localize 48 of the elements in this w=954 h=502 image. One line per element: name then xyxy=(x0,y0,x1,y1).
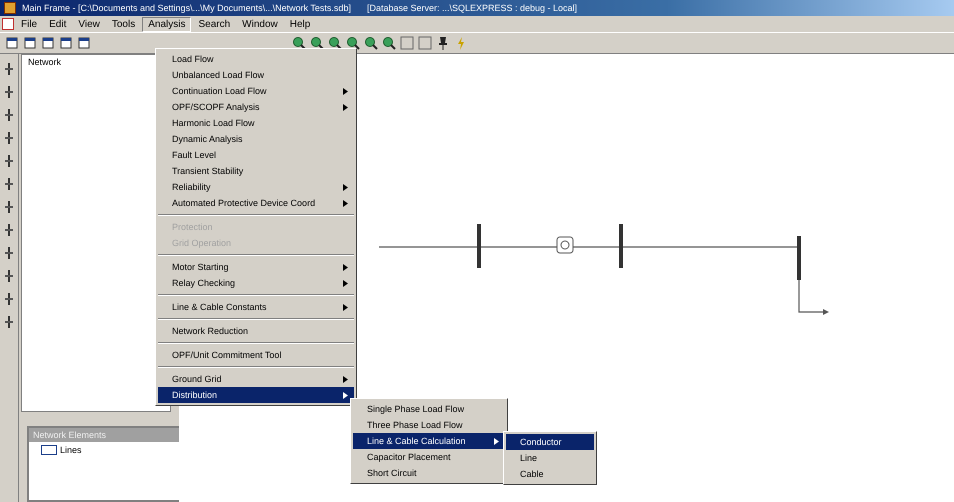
menu-item[interactable]: Transient Stability xyxy=(158,163,354,179)
menu-item[interactable]: Conductor xyxy=(506,434,594,450)
feeder-arrow xyxy=(798,280,829,315)
menu-item[interactable]: Reliability xyxy=(158,179,354,195)
menu-item[interactable]: Harmonic Load Flow xyxy=(158,115,354,131)
menu-item[interactable]: Relay Checking xyxy=(158,275,354,291)
window-title: Main Frame - [C:\Documents and Settings\...\My Documents\...\Network Tests.sdb] xyxy=(22,3,351,13)
database-info: [Database Server: ...\SQLEXPRESS : debug - Local] xyxy=(366,3,578,13)
frame-icon[interactable] xyxy=(399,35,415,51)
menu-item[interactable]: Tools xyxy=(106,18,140,30)
menu-item[interactable]: Three Phase Load Flow xyxy=(353,417,505,433)
document-icon[interactable] xyxy=(2,18,14,30)
app-icon xyxy=(4,2,16,14)
menu-item[interactable]: Motor Starting xyxy=(158,259,354,275)
menu-item[interactable]: Ground Grid xyxy=(158,371,354,387)
menu-item[interactable]: Network Reduction xyxy=(158,323,354,339)
menu-item[interactable]: OPF/Unit Commitment Tool xyxy=(158,347,354,363)
line-element-icon xyxy=(41,445,57,455)
zoom-icon[interactable] xyxy=(363,35,379,51)
menu-item[interactable]: Capacitor Placement xyxy=(353,449,505,465)
menu-item[interactable]: View xyxy=(73,18,105,30)
menu-item[interactable]: Search xyxy=(193,18,236,30)
menu-item[interactable]: OPF/SCOPF Analysis xyxy=(158,99,354,115)
zoom-icon[interactable] xyxy=(327,35,343,51)
menu-item[interactable]: Cable xyxy=(506,466,594,482)
menu-item[interactable]: Unbalanced Load Flow xyxy=(158,67,354,83)
tree-item[interactable]: Network xyxy=(28,57,62,67)
menu-item[interactable]: Line & Cable Calculation xyxy=(353,433,505,449)
tree-item[interactable]: Lines xyxy=(60,445,82,455)
transformer-symbol[interactable] xyxy=(556,236,574,254)
menu-item[interactable]: Window xyxy=(237,18,283,30)
menu-item[interactable]: Edit xyxy=(44,18,72,30)
menu-item[interactable]: Analysis xyxy=(142,16,192,32)
zoom-icon[interactable] xyxy=(381,35,397,51)
menu-item[interactable]: Line xyxy=(506,450,594,466)
menu-item[interactable]: Continuation Load Flow xyxy=(158,83,354,99)
menu-item[interactable]: Single Phase Load Flow xyxy=(353,401,505,417)
menu-item[interactable]: Fault Level xyxy=(158,147,354,163)
zoom-icon[interactable] xyxy=(345,35,361,51)
menu-item[interactable]: File xyxy=(16,18,42,30)
menu-item[interactable]: Load Flow xyxy=(158,51,354,67)
menu-item[interactable]: Help xyxy=(284,18,316,30)
frame-icon[interactable] xyxy=(417,35,433,51)
menu-item[interactable]: Automated Protective Device Coord xyxy=(158,195,354,211)
menu-item[interactable]: Distribution xyxy=(158,387,354,403)
menu-item[interactable]: Line & Cable Constants xyxy=(158,299,354,315)
menu-item[interactable]: Dynamic Analysis xyxy=(158,131,354,147)
menu-item[interactable]: Short Circuit xyxy=(353,465,505,481)
